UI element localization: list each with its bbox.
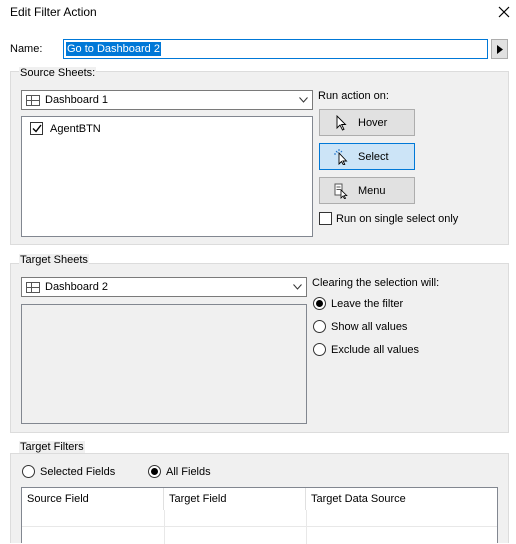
table-col-divider bbox=[164, 510, 165, 544]
clearing-label: Clearing the selection will: bbox=[312, 277, 440, 289]
source-sheet-select[interactable]: Dashboard 1 bbox=[21, 90, 313, 110]
single-select-option[interactable]: Run on single select only bbox=[319, 212, 458, 225]
chevron-down-icon bbox=[299, 97, 308, 103]
select-button-label: Select bbox=[358, 150, 389, 163]
sheet-checkbox[interactable] bbox=[30, 122, 43, 135]
filters-table[interactable]: Source Field Target Field Target Data So… bbox=[21, 487, 498, 544]
dashboard-icon bbox=[26, 94, 40, 106]
pointer-icon bbox=[336, 114, 347, 131]
dashboard-icon bbox=[26, 281, 40, 293]
target-sheet-value: Dashboard 2 bbox=[45, 281, 108, 293]
hover-button[interactable]: Hover bbox=[319, 109, 415, 136]
close-icon bbox=[498, 6, 510, 18]
column-header[interactable]: Target Field bbox=[164, 488, 306, 510]
menu-button[interactable]: Menu bbox=[319, 177, 415, 204]
all-fields-radio[interactable] bbox=[148, 465, 161, 478]
menu-icon bbox=[334, 183, 348, 199]
name-label: Name: bbox=[10, 43, 43, 55]
target-filters-label: Target Filters bbox=[19, 441, 85, 453]
show-all-option[interactable]: Show all values bbox=[313, 320, 407, 333]
show-all-label: Show all values bbox=[331, 320, 408, 333]
dialog-title: Edit Filter Action bbox=[10, 5, 97, 19]
name-input-value: Go to Dashboard 2 bbox=[66, 42, 161, 56]
menu-button-label: Menu bbox=[358, 184, 386, 197]
select-button[interactable]: Select bbox=[319, 143, 415, 170]
target-sheet-select[interactable]: Dashboard 2 bbox=[21, 277, 307, 297]
name-insert-button[interactable] bbox=[491, 39, 508, 59]
show-all-radio[interactable] bbox=[313, 320, 326, 333]
exclude-all-option[interactable]: Exclude all values bbox=[313, 343, 419, 356]
leave-filter-label: Leave the filter bbox=[331, 297, 404, 310]
selected-fields-label: Selected Fields bbox=[40, 465, 116, 478]
exclude-all-radio[interactable] bbox=[313, 343, 326, 356]
source-sheet-value: Dashboard 1 bbox=[45, 94, 108, 106]
click-pointer-icon bbox=[334, 148, 348, 165]
column-header[interactable]: Source Field bbox=[22, 488, 164, 510]
triangle-right-icon bbox=[496, 44, 503, 54]
selected-fields-option[interactable]: Selected Fields bbox=[22, 465, 115, 478]
exclude-all-label: Exclude all values bbox=[331, 343, 420, 356]
name-input[interactable]: Go to Dashboard 2 bbox=[63, 39, 488, 59]
list-item[interactable]: AgentBTN bbox=[30, 122, 101, 135]
table-col-divider bbox=[306, 510, 307, 544]
chevron-down-icon bbox=[293, 284, 302, 290]
column-header[interactable]: Target Data Source bbox=[306, 488, 497, 510]
source-sheets-label: Source Sheets: bbox=[19, 67, 97, 79]
target-sheets-list[interactable] bbox=[21, 304, 307, 424]
single-select-checkbox[interactable] bbox=[319, 212, 332, 225]
leave-filter-option[interactable]: Leave the filter bbox=[313, 297, 403, 310]
run-action-label: Run action on: bbox=[318, 90, 389, 102]
leave-filter-radio[interactable] bbox=[313, 297, 326, 310]
table-row[interactable] bbox=[22, 526, 497, 527]
checkmark-icon bbox=[32, 124, 42, 133]
close-button[interactable] bbox=[493, 2, 515, 22]
sheet-label: AgentBTN bbox=[50, 122, 101, 135]
selected-fields-radio[interactable] bbox=[22, 465, 35, 478]
hover-button-label: Hover bbox=[358, 116, 388, 129]
target-sheets-label: Target Sheets bbox=[19, 254, 89, 266]
all-fields-option[interactable]: All Fields bbox=[148, 465, 211, 478]
source-sheets-list[interactable]: AgentBTN bbox=[21, 116, 313, 237]
all-fields-label: All Fields bbox=[166, 465, 211, 478]
single-select-label: Run on single select only bbox=[336, 212, 459, 225]
